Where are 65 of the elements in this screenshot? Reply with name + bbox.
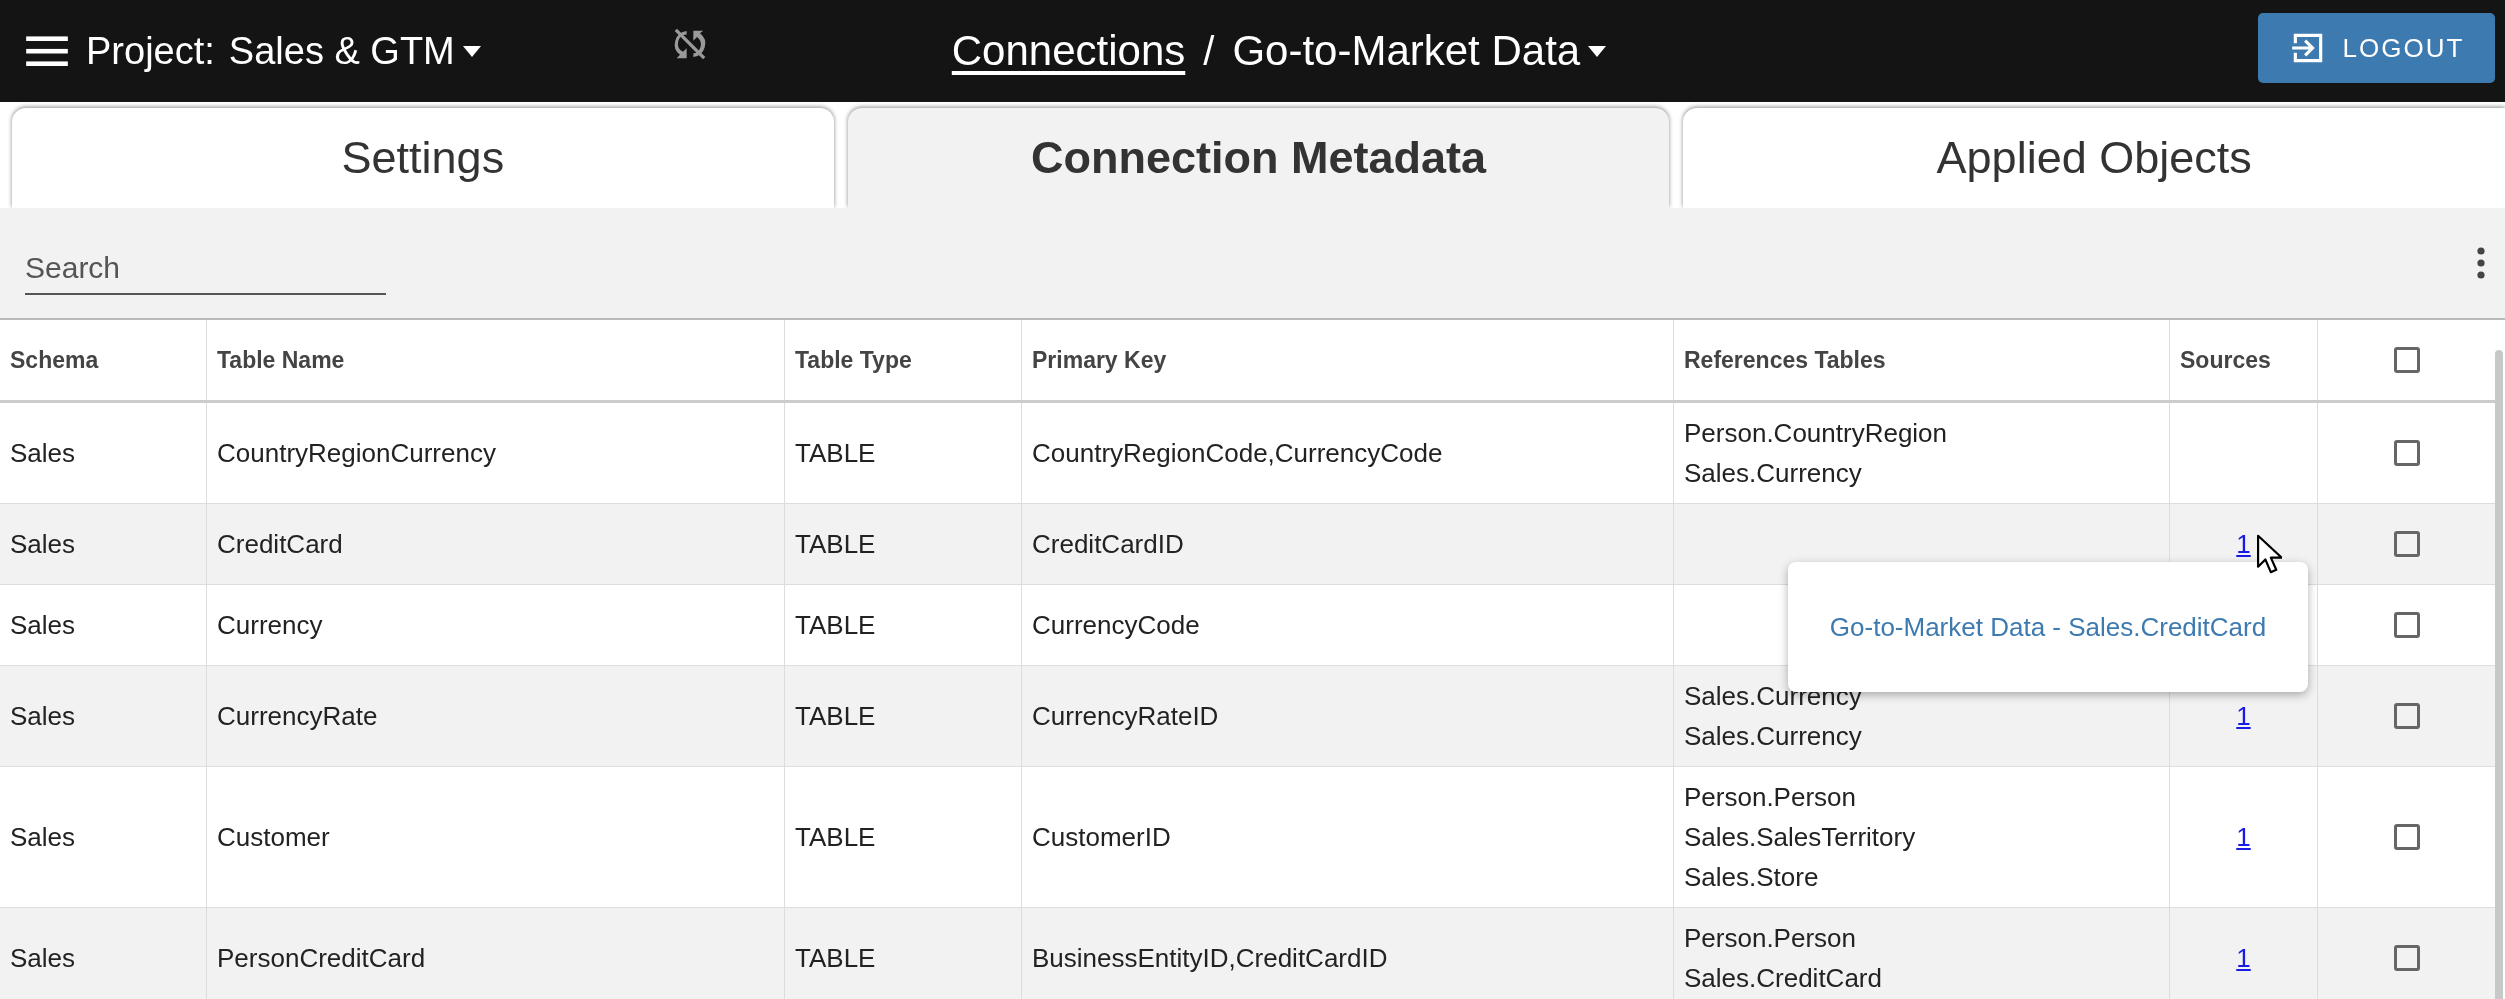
sources-link[interactable]: 1 xyxy=(2236,696,2251,736)
table-cell-text: Sales xyxy=(10,528,77,561)
table-cell-text: CountryRegionCurrency xyxy=(217,437,497,470)
table-cell-text: BusinessEntityID,CreditCardID xyxy=(1032,942,1389,975)
checkbox[interactable] xyxy=(2393,612,2420,638)
table-cell-text: Person.CountryRegion xyxy=(1684,417,1949,450)
table-cell-text: Person.Person xyxy=(1684,781,1857,814)
scrollbar[interactable] xyxy=(2495,350,2503,999)
table-cell-text: CurrencyCode xyxy=(1032,609,1201,642)
checkbox[interactable] xyxy=(2393,531,2420,557)
table-cell-text: TABLE xyxy=(795,528,877,561)
table-cell-text: CreditCard xyxy=(217,528,344,561)
column-header: Table Type xyxy=(795,346,913,375)
checkbox[interactable] xyxy=(2393,824,2420,850)
column-header: Table Name xyxy=(217,346,346,375)
breadcrumb-separator: / xyxy=(1203,28,1215,74)
table-cell-text: Sales.Currency xyxy=(1684,680,1863,713)
project-dropdown[interactable]: Sales & GTM xyxy=(228,29,481,73)
checkbox[interactable] xyxy=(2393,347,2420,373)
sources-link[interactable]: 1 xyxy=(2236,817,2251,857)
source-link[interactable]: Go-to-Market Data - Sales.CreditCard xyxy=(1829,611,2267,643)
tab[interactable]: Connection Metadata xyxy=(847,108,1670,208)
table-cell-text: TABLE xyxy=(795,821,877,854)
search-field[interactable]: Search xyxy=(25,243,386,295)
table-cell-text: PersonCreditCard xyxy=(217,942,427,975)
table-cell-text: Sales xyxy=(10,821,77,854)
checkbox[interactable] xyxy=(2393,440,2420,466)
table-cell-text: CreditCardID xyxy=(1032,528,1185,561)
caret-icon xyxy=(462,45,481,57)
table-cell-text: TABLE xyxy=(795,700,877,733)
column-header: Sources xyxy=(2180,346,2272,375)
column-header: References Tables xyxy=(1684,346,1887,375)
breadcrumb-link[interactable]: Connections xyxy=(951,27,1186,75)
table-cell-text: Sales.SalesTerritory xyxy=(1684,821,1917,854)
table-cell-text: Sales.CreditCard xyxy=(1684,962,1883,995)
column-header: Schema xyxy=(10,346,100,375)
table-cell-text: TABLE xyxy=(795,437,877,470)
table-cell-text: Sales.Currency xyxy=(1684,457,1863,490)
table-cell-text: Person.Person xyxy=(1684,922,1857,955)
table-cell-text: TABLE xyxy=(795,609,877,642)
tab[interactable]: Applied Objects xyxy=(1683,108,2505,208)
more-options-icon[interactable] xyxy=(2475,245,2487,281)
table-cell-text: Sales.Currency xyxy=(1684,720,1863,753)
table-cell-text: Sales xyxy=(10,700,77,733)
table-cell-text: TABLE xyxy=(795,942,877,975)
logout-button[interactable]: LOGOUT xyxy=(2258,13,2495,83)
checkbox[interactable] xyxy=(2393,945,2420,971)
table-cell-text: CurrencyRate xyxy=(217,700,379,733)
table-cell-text: CountryRegionCode,CurrencyCode xyxy=(1032,437,1444,470)
table-cell-text: Sales.Store xyxy=(1684,861,1820,894)
table-cell-text: Sales xyxy=(10,609,77,642)
table-cell-text: Customer xyxy=(217,821,331,854)
table-cell-text: CustomerID xyxy=(1032,821,1172,854)
table-cell-text: CurrencyRateID xyxy=(1032,700,1220,733)
tab[interactable]: Settings xyxy=(12,108,834,208)
sources-link[interactable]: 1 xyxy=(2236,938,2251,978)
sources-link[interactable]: 1 xyxy=(2236,524,2251,564)
column-header: Primary Key xyxy=(1032,346,1168,375)
table-cell-text: Sales xyxy=(10,437,77,470)
table-cell-text: Currency xyxy=(217,609,324,642)
project-label: Project: xyxy=(86,29,215,73)
checkbox[interactable] xyxy=(2393,703,2420,729)
connection-dropdown[interactable]: Go-to-Market Data xyxy=(1232,27,1607,75)
table-cell-text: Sales xyxy=(10,942,77,975)
caret-icon xyxy=(1588,45,1607,57)
